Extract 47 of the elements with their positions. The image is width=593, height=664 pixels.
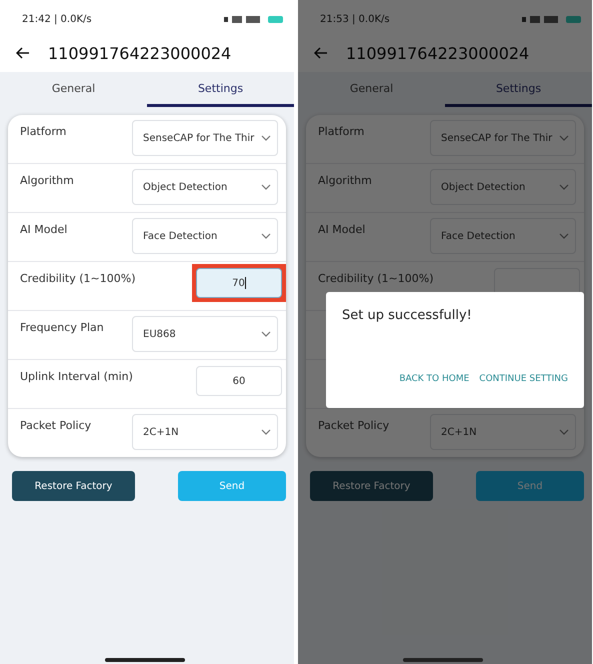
dropdown[interactable]: EU868 — [132, 316, 278, 352]
status-icons — [224, 14, 284, 24]
back-arrow-icon[interactable] — [16, 47, 30, 59]
dropdown[interactable]: Face Detection — [132, 218, 278, 254]
dropdown[interactable]: 2C+1N — [132, 414, 278, 450]
dialog-action[interactable]: BACK TO HOME — [399, 374, 470, 384]
chevron-down-icon — [559, 429, 569, 435]
setting-label: Platform — [318, 124, 364, 140]
dropdown[interactable]: SenseCAP for The Thir — [430, 120, 576, 156]
chevron-down-icon — [261, 135, 271, 141]
device-title: 110991764223000024 — [48, 44, 232, 62]
setting-label: Frequency Plan — [20, 320, 104, 336]
setting-label: AI Model — [20, 222, 68, 238]
setting-label: AI Model — [318, 222, 366, 238]
dropdown[interactable]: Object Detection — [430, 169, 576, 205]
setting-label: Packet Policy — [318, 418, 390, 434]
chevron-down-icon — [261, 331, 271, 337]
dropdown[interactable]: 2C+1N — [430, 414, 576, 450]
restore-button[interactable]: Restore Factory — [310, 471, 433, 501]
chevron-down-icon — [559, 233, 569, 239]
send-button[interactable]: Send — [178, 471, 286, 501]
status-time: 21:42 | 0.0K/s — [22, 14, 92, 24]
input-field[interactable]: 70 — [196, 268, 282, 298]
status-time: 21:53 | 0.0K/s — [320, 14, 390, 24]
restore-button[interactable]: Restore Factory — [12, 471, 135, 501]
status-icons — [522, 14, 582, 24]
chevron-down-icon — [261, 429, 271, 435]
chevron-down-icon — [261, 233, 271, 239]
dialog-message: Set up successfully! — [342, 308, 473, 323]
tab[interactable]: General — [0, 72, 147, 107]
setting-label: Algorithm — [20, 173, 74, 189]
input-field[interactable]: 60 — [196, 366, 282, 396]
chevron-down-icon — [559, 135, 569, 141]
chevron-down-icon — [559, 184, 569, 190]
setting-label: Credibility (1~100%) — [20, 271, 136, 287]
setting-label: Credibility (1~100%) — [318, 271, 434, 287]
setting-label: Algorithm — [318, 173, 372, 189]
dropdown[interactable]: SenseCAP for The Thir — [132, 120, 278, 156]
tab[interactable]: General — [298, 72, 445, 107]
setting-label: Platform — [20, 124, 66, 140]
setting-label: Uplink Interval (min) — [20, 369, 133, 385]
dropdown[interactable]: Face Detection — [430, 218, 576, 254]
dialog-action[interactable]: CONTINUE SETTING — [479, 374, 568, 384]
device-title: 110991764223000024 — [346, 44, 530, 62]
chevron-down-icon — [261, 184, 271, 190]
setting-label: Packet Policy — [20, 418, 92, 434]
dropdown[interactable]: Object Detection — [132, 169, 278, 205]
